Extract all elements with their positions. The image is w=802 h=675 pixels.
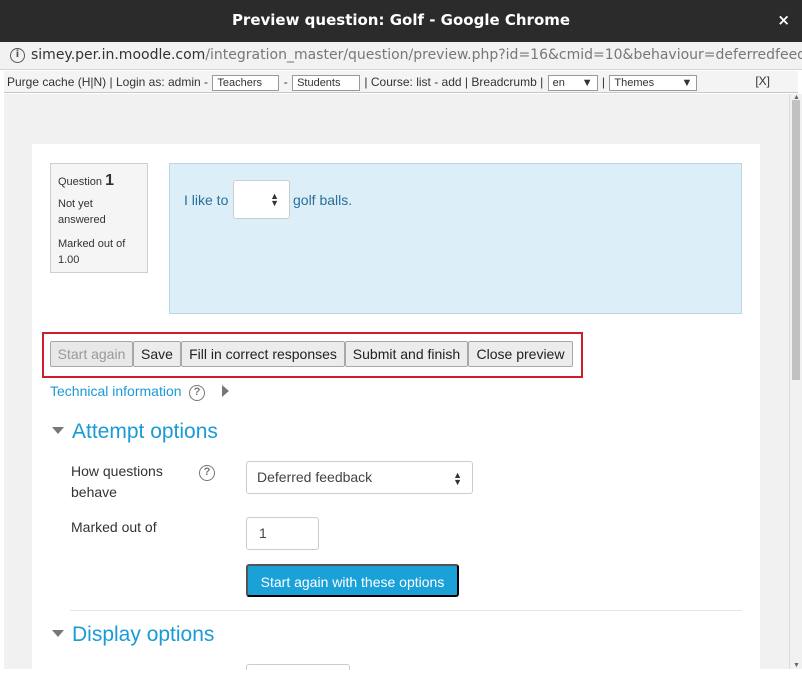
url-path: /integration_master/question/preview.php… (205, 47, 802, 63)
question-content: I like to ▲ ▼ golf balls. (169, 163, 742, 314)
themes-select[interactable]: Themes ▼ (609, 75, 698, 91)
toolbar-separator: | (464, 75, 469, 90)
question-text-before: I like to (184, 192, 229, 208)
window-title: Preview question: Golf - Google Chrome (231, 11, 571, 29)
dev-toolbar: Purge cache (H|N) | Login as: admin - Te… (4, 71, 798, 93)
login-as-label: Login as: admin - (115, 75, 209, 90)
close-preview-button[interactable]: Close preview (468, 341, 573, 367)
question-text-after: golf balls. (293, 192, 353, 208)
select-updown-icon: ▲ ▼ (453, 470, 462, 487)
fill-correct-responses-button[interactable]: Fill in correct responses (181, 341, 345, 367)
question-label: Question (58, 176, 103, 188)
question-grade: Marked out of 1.00 (58, 238, 126, 266)
collapse-arrow-icon (52, 629, 64, 637)
display-option-field[interactable] (246, 664, 350, 670)
breadcrumb-link[interactable]: Breadcrumb (471, 75, 536, 89)
dropdown-arrow-icon: ▼ (581, 77, 593, 89)
collapse-arrow-icon (52, 426, 64, 434)
dev-toolbar-close[interactable]: [X] (755, 74, 770, 88)
marked-out-of-value: 1 (259, 525, 267, 541)
question-state: Not yet answered (58, 198, 106, 226)
question-info-box: Question 1 Not yet answered Marked out o… (50, 163, 148, 273)
display-options-title: Display options (72, 623, 215, 646)
start-again-button[interactable]: Start again (50, 341, 133, 367)
behaviour-select[interactable]: Deferred feedback ▲ ▼ (246, 461, 473, 494)
submit-and-finish-button[interactable]: Submit and finish (345, 341, 468, 367)
select-updown-icon: ▲ ▼ (270, 191, 279, 208)
start-again-with-options-button[interactable]: Start again with these options (246, 564, 459, 597)
toolbar-separator: | (364, 75, 368, 90)
expand-arrow-icon[interactable] (222, 385, 229, 397)
dropdown-arrow-icon: ▼ (263, 90, 274, 92)
teachers-select[interactable]: Teachers▼ (212, 75, 280, 92)
marked-out-of-label: Marked out of (71, 519, 157, 535)
save-button[interactable]: Save (133, 341, 181, 367)
toolbar-separator: | (601, 75, 606, 90)
help-icon[interactable]: ? (189, 385, 205, 401)
address-bar[interactable]: i simey.per.in.moodle.com/integration_ma… (0, 42, 802, 70)
window-titlebar: Preview question: Golf - Google Chrome × (0, 0, 802, 42)
window-close-icon[interactable]: × (777, 11, 790, 29)
teachers-select-value: Teachers (217, 77, 263, 89)
language-select-value: en (552, 77, 565, 89)
toolbar-dash: - (283, 75, 288, 90)
url-text[interactable]: simey.per.in.moodle.com/integration_mast… (31, 47, 802, 63)
dropdown-arrow-icon: ▼ (344, 90, 355, 92)
students-select[interactable]: Students▼ (292, 75, 361, 92)
attempt-options-title: Attempt options (72, 420, 218, 443)
section-divider (70, 610, 742, 611)
technical-information-link[interactable]: Technical information (50, 383, 182, 399)
marked-out-of-input[interactable]: 1 (246, 517, 319, 550)
question-number-value: 1 (105, 172, 114, 189)
question-number: Question 1 (58, 172, 140, 190)
behaviour-select-value: Deferred feedback (257, 469, 373, 485)
toolbar-separator: | (540, 75, 544, 90)
purge-cache-link[interactable]: Purge cache (H|N) (7, 75, 106, 89)
url-host: simey.per.in.moodle.com (31, 47, 206, 63)
display-options-header[interactable]: Display options (52, 623, 214, 647)
themes-select-value: Themes (614, 77, 655, 89)
help-icon[interactable]: ? (199, 465, 215, 481)
vertical-scrollbar[interactable]: ▲ ▼ (789, 94, 802, 669)
scrollbar-thumb[interactable] (792, 100, 800, 380)
scroll-down-icon[interactable]: ▼ (793, 662, 800, 669)
attempt-options-header[interactable]: Attempt options (52, 420, 218, 444)
dropdown-arrow-icon: ▼ (681, 77, 693, 89)
language-select[interactable]: en ▼ (547, 75, 598, 91)
toolbar-separator: | (109, 75, 113, 90)
info-icon[interactable]: i (10, 48, 25, 63)
students-select-value: Students (297, 77, 341, 89)
course-links[interactable]: Course: list - add (371, 75, 462, 89)
behaviour-label: How questions behave (71, 463, 163, 500)
technical-information: Technical information ? (50, 383, 229, 401)
answer-select[interactable]: ▲ ▼ (233, 180, 290, 219)
